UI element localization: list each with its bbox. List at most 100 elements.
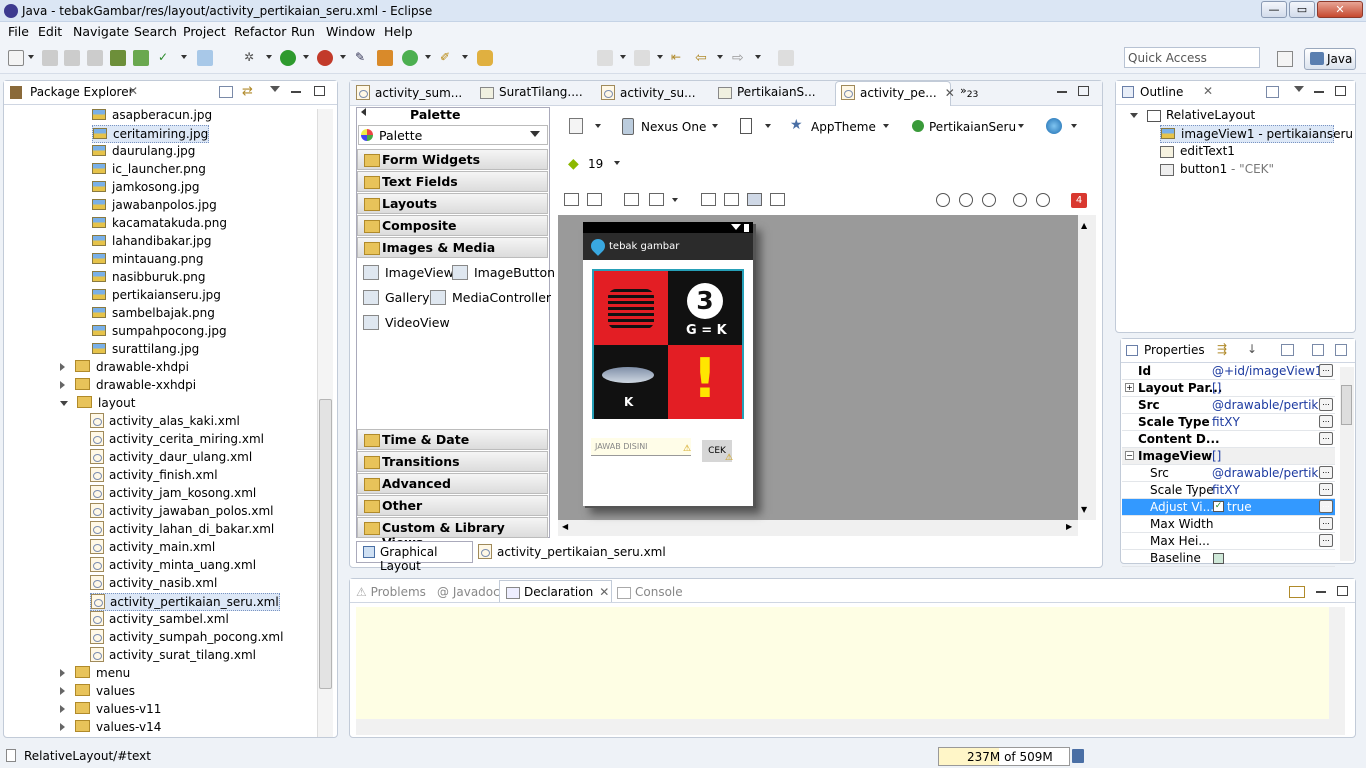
tool-icon[interactable]: ✎ [355,50,371,66]
palette-category[interactable]: Composite [357,215,548,236]
palette-widget[interactable]: ImageView [363,265,454,280]
palette-widget[interactable]: MediaController [430,290,551,305]
new-package-icon[interactable] [402,50,418,66]
property-row[interactable]: Src @drawable/pertik... ... [1122,465,1335,482]
close-button[interactable]: ✕ [1317,1,1363,18]
layout-action-icon[interactable] [770,193,785,206]
tree-layout-file[interactable]: activity_alas_kaki.xml [90,413,240,431]
tree-folder[interactable]: values [60,683,135,701]
device-selector[interactable]: Nexus One [641,120,706,134]
tree-layout-file[interactable]: activity_sumpah_pocong.xml [90,629,283,647]
tree-folder[interactable]: drawable-xhdpi [60,359,189,377]
property-row[interactable]: Content D... ... [1122,431,1335,448]
palette-category[interactable]: Form Widgets [357,149,548,170]
properties-action-icon[interactable] [1281,344,1294,356]
tree-image-file[interactable]: lahandibakar.jpg [92,233,211,251]
scrollbar[interactable] [317,109,333,737]
debug-icon[interactable]: ✲ [244,50,260,66]
property-ellipsis-button[interactable]: ... [1319,466,1333,479]
layout-action-icon[interactable] [701,193,716,206]
avd-manager-icon[interactable] [133,50,149,66]
palette-widget[interactable]: ImageButton [452,265,555,280]
property-row[interactable]: Scale Type fitXY ... [1122,414,1335,431]
collapsed-arrow-icon[interactable] [60,669,65,677]
outline-edittext1[interactable]: editText1 [1160,143,1235,161]
answer-edit-text[interactable]: JAWAB DISINI [591,438,691,456]
save-icon[interactable] [42,50,58,66]
open-perspective-icon[interactable] [1277,51,1293,67]
palette-combo-chevron-icon[interactable] [530,131,540,137]
maximize-bottom-icon[interactable] [1337,586,1348,596]
tab-overflow[interactable]: »23 [960,84,978,100]
tree-image-file[interactable]: jawabanpolos.jpg [92,197,217,215]
checkbox-icon[interactable]: ✓ [1213,501,1224,512]
tree-layout-file[interactable]: activity_jam_kosong.xml [90,485,256,503]
collapsed-arrow-icon[interactable] [60,723,65,731]
save-all-icon[interactable] [64,50,80,66]
palette-category[interactable]: Transitions [357,451,548,472]
tree-layout-file[interactable]: activity_nasib.xml [90,575,217,593]
heap-status[interactable]: 237M of 509M [938,747,1070,766]
config-icon[interactable] [569,118,583,134]
collapsed-arrow-icon[interactable] [60,687,65,695]
palette-category[interactable]: Text Fields [357,171,548,192]
collapsed-arrow-icon[interactable] [60,705,65,713]
collapsed-arrow-icon[interactable] [60,363,65,371]
editor-tab[interactable]: activity_pe... ✕ [841,85,955,100]
property-ellipsis-button[interactable]: ... [1319,398,1333,411]
property-row[interactable]: + Layout Par... [] [1122,380,1335,397]
tab-graphical-layout[interactable]: Graphical Layout [356,541,473,573]
tree-folder[interactable]: layout [60,395,135,413]
palette-collapse-icon[interactable] [361,108,366,116]
tree-layout-file[interactable]: activity_main.xml [90,539,215,557]
open-type-icon[interactable]: ✐ [440,50,456,66]
tree-image-file[interactable]: pertikaianseru.jpg [92,287,221,305]
baseline-checkbox-icon[interactable] [1213,553,1224,564]
layout-action-icon[interactable] [564,193,579,206]
palette-category[interactable]: Images & Media [357,237,548,258]
tree-layout-file[interactable]: activity_jawaban_polos.xml [90,503,274,521]
tree-image-file[interactable]: sumpahpocong.jpg [92,323,227,341]
palette-category[interactable]: Advanced [357,473,548,494]
tab-xml-source[interactable]: activity_pertikaian_seru.xml [478,544,666,559]
prev-annotation-icon[interactable] [634,50,650,66]
lint-icon[interactable]: ✓ [158,50,174,66]
tree-image-file[interactable]: nasibburuk.png [92,269,206,287]
palette-category[interactable]: Layouts [357,193,548,214]
minimize-outline-icon[interactable] [1314,91,1324,93]
menu-project[interactable]: Project [183,24,226,39]
maximize-button[interactable]: ▭ [1289,1,1315,18]
tab-problems[interactable]: ⚠ Problems [356,585,426,599]
editor-tab[interactable]: activity_sum... [356,85,462,100]
open-task-icon[interactable] [477,50,493,66]
declaration-hscroll[interactable] [356,719,1329,735]
tree-image-file[interactable]: kacamatakuda.png [92,215,227,233]
property-ellipsis-button[interactable]: ... [1319,500,1333,513]
close-tab-icon[interactable]: ✕ [128,84,138,98]
outline-menu-icon[interactable] [1294,86,1304,92]
property-row[interactable]: Max Width ... [1122,516,1335,533]
menu-navigate[interactable]: Navigate [73,24,129,39]
expanded-arrow-icon[interactable] [60,401,68,406]
menu-edit[interactable]: Edit [38,24,62,39]
canvas-hscroll[interactable]: ◀ ▶ [558,520,1078,536]
expand-toggle-icon[interactable]: + [1125,383,1134,392]
collapse-all-icon[interactable] [219,86,233,98]
collapse-outline-icon[interactable] [1266,86,1279,98]
tree-image-file[interactable]: jamkosong.jpg [92,179,199,197]
run-icon[interactable] [280,50,296,66]
close-declaration-icon[interactable]: ✕ [599,585,609,599]
editor-tab[interactable]: activity_su... [601,85,696,100]
tree-image-file[interactable]: sambelbajak.png [92,305,215,323]
tree-layout-file[interactable]: activity_surat_tilang.xml [90,647,256,665]
maximize-editor-icon[interactable] [1078,86,1089,96]
tab-console[interactable]: Console [617,585,683,599]
tree-image-file[interactable]: daurulang.jpg [92,143,195,161]
android-sdk-icon[interactable] [110,50,126,66]
collapse-all-props-icon[interactable] [1335,344,1347,356]
property-row[interactable]: − ImageView [] [1122,448,1335,465]
properties-scroll-thumb[interactable] [1341,385,1352,425]
new-class-icon[interactable] [377,50,393,66]
editor-tab[interactable]: PertikaianS... [718,85,816,99]
print-icon[interactable] [87,50,103,66]
